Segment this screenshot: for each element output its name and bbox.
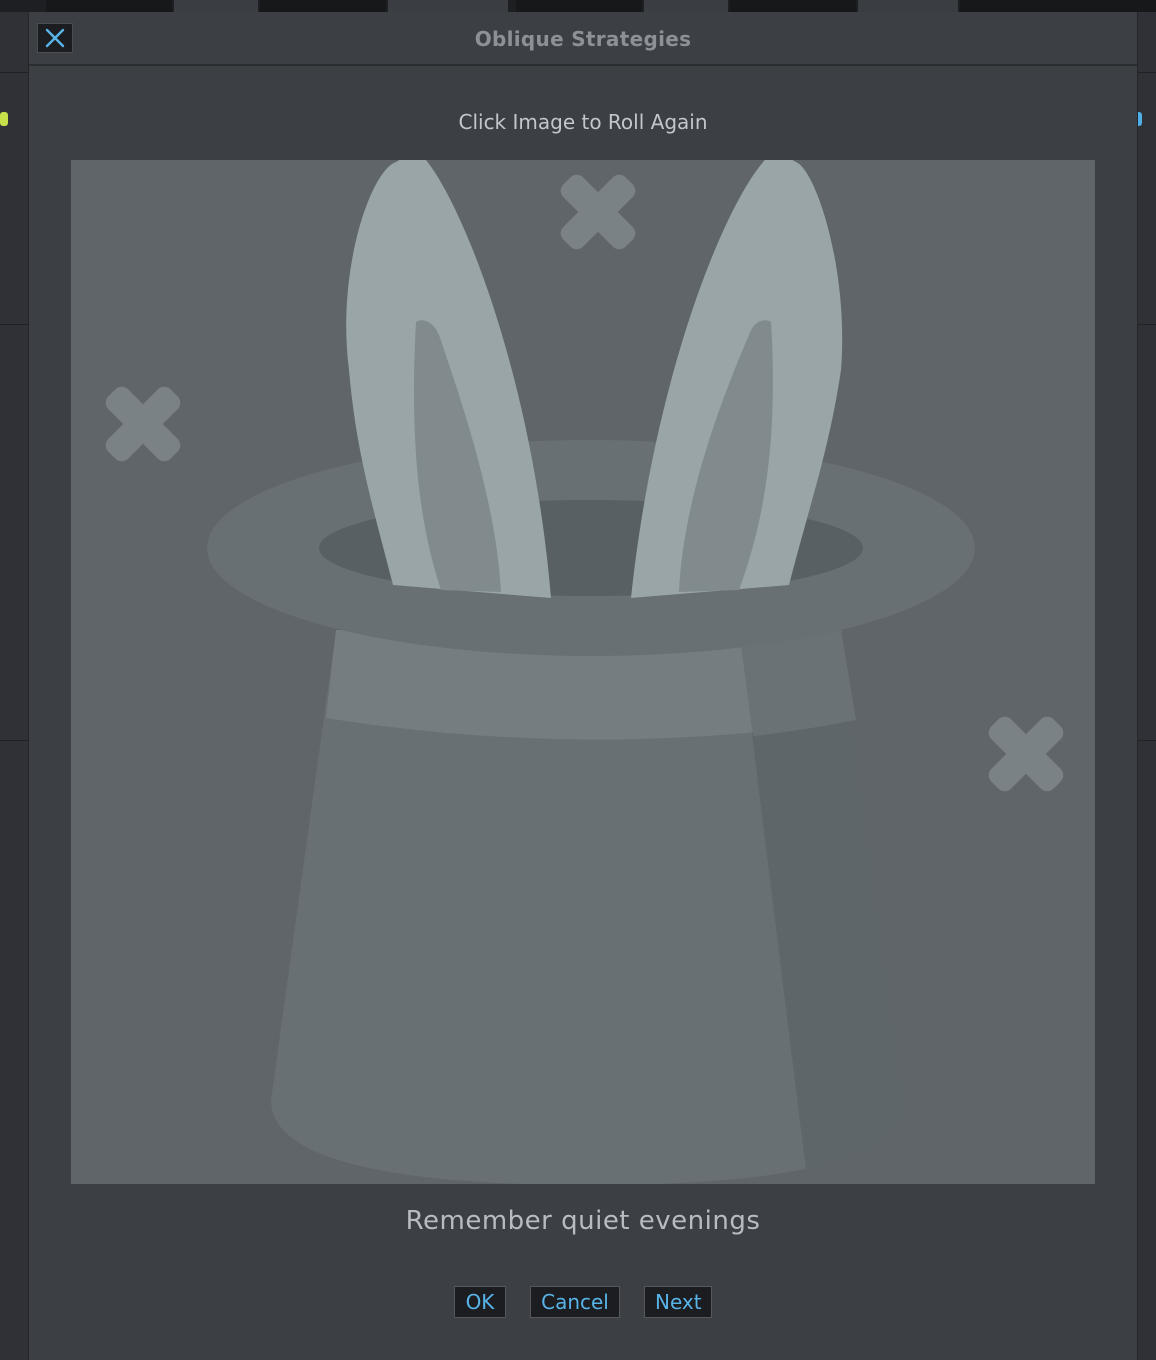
bg-divider xyxy=(0,740,28,741)
close-button[interactable] xyxy=(37,23,73,53)
bg-divider xyxy=(0,72,28,73)
dialog-title: Oblique Strategies xyxy=(474,27,692,51)
next-button[interactable]: Next xyxy=(644,1286,712,1318)
bg-toolbar-field xyxy=(516,0,642,12)
bg-toolbar-field xyxy=(260,0,386,12)
bg-toolbar-field xyxy=(174,0,258,12)
bg-toolbar-field xyxy=(858,0,958,12)
dialog-button-row: OK Cancel Next xyxy=(29,1286,1137,1318)
bg-toolbar-field xyxy=(388,0,508,12)
close-icon xyxy=(45,28,65,48)
oblique-strategies-dialog: Oblique Strategies Click Image to Roll A… xyxy=(28,12,1138,1360)
background-toolbar xyxy=(0,0,1156,12)
magic-hat-rabbit-icon xyxy=(71,150,1095,1185)
ok-button[interactable]: OK xyxy=(454,1286,506,1318)
bg-toolbar-field xyxy=(730,0,856,12)
bg-divider xyxy=(0,324,28,325)
cancel-button[interactable]: Cancel xyxy=(530,1286,620,1318)
roll-image[interactable] xyxy=(71,150,1095,1185)
bg-toolbar-field xyxy=(960,0,1156,12)
bg-toolbar-field xyxy=(644,0,728,12)
strategy-text: Remember quiet evenings xyxy=(405,1206,761,1236)
roll-again-hint: Click Image to Roll Again xyxy=(458,110,708,134)
background-left-panel xyxy=(0,12,28,1360)
bg-green-indicator xyxy=(0,112,8,126)
bg-toolbar-field xyxy=(46,0,172,12)
dialog-titlebar: Oblique Strategies xyxy=(29,12,1137,66)
